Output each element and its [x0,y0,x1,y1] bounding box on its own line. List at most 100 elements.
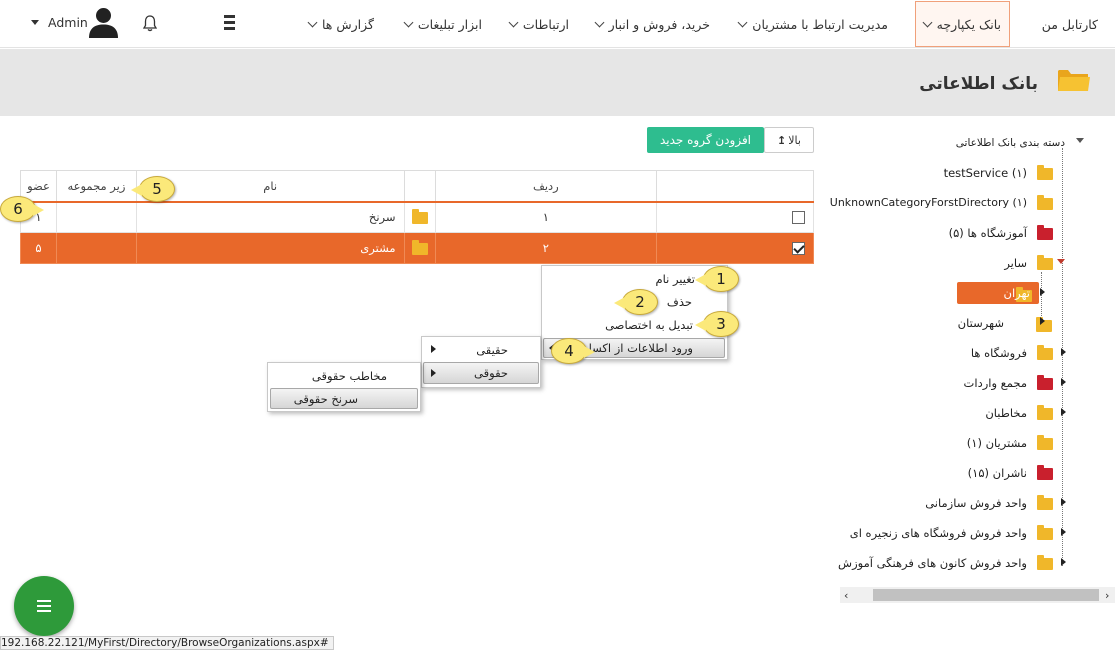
folder-icon [411,239,428,255]
scroll-left-icon[interactable]: ‹ [844,589,848,602]
avatar-icon[interactable] [88,7,119,39]
menu-item-natural[interactable]: حقیقی [476,343,508,357]
row-checkbox[interactable] [792,211,805,225]
tree-item-schools[interactable]: آموزشگاه ها (۵) [949,226,1027,240]
cell-row: ۱ [434,201,658,233]
tree-item-provinces[interactable]: شهرستان [958,316,1004,330]
nav-label: کارتابل من [1041,16,1098,32]
nav-crm[interactable]: مدیریت ارتباط با مشتریان [737,0,888,48]
cell-check [656,201,814,233]
expand-arrow-icon[interactable] [1061,348,1066,356]
table-row[interactable]: ۵ مشتری ۲ [20,232,814,264]
expand-arrow-icon[interactable] [1040,317,1045,325]
expand-arrow-icon[interactable] [1061,498,1066,506]
chevron-down-icon [737,17,748,28]
cell-name: سرنخ [135,201,405,233]
top-navbar: کارتابل من بانک یکپارچه مدیریت ارتباط با… [0,0,1115,48]
nav-label: بانک یکپارچه [936,16,1001,32]
folder-icon [1037,525,1053,540]
expand-arrow-icon[interactable] [1061,408,1066,416]
table-row[interactable]: ۱ سرنخ ۱ [20,201,814,233]
folder-icon [1037,195,1053,210]
caret-down-icon[interactable] [31,20,39,25]
folder-red-icon [1037,225,1053,240]
tree-item-tehran[interactable]: تهران [1004,286,1031,300]
tree-item-testservice[interactable]: testService (۱) [944,166,1027,180]
user-name[interactable]: Admin [48,15,88,30]
chevron-down-icon [594,17,605,28]
folder-icon [411,208,428,224]
menu-item-legal-contact[interactable]: مخاطب حقوقی [312,369,387,383]
scrollbar-thumb[interactable] [873,589,1099,601]
tree-item-publishers[interactable]: ناشران (۱۵) [968,466,1027,480]
nav-integrated-bank[interactable]: بانک یکپارچه [914,1,1010,47]
bell-icon[interactable] [143,15,157,32]
col-check [656,170,814,203]
expand-icon[interactable] [1076,138,1084,143]
up-button[interactable]: ↥ بالا [764,127,814,153]
cell-folder [403,201,436,233]
expand-icon[interactable] [1057,259,1065,264]
tree-root[interactable]: دسته بندی بانک اطلاعاتی [956,137,1065,149]
chevron-down-icon [508,17,519,28]
nav-label: خرید، فروش و انبار [608,16,710,32]
add-group-label: افزودن گروه جدید [659,133,752,147]
expand-arrow-icon[interactable] [1061,558,1066,566]
tree-item-org-sales[interactable]: واحد فروش سازمانی [925,496,1027,510]
expand-arrow-icon[interactable] [1061,528,1066,536]
nav-sales[interactable]: خرید، فروش و انبار [594,0,710,48]
folder-icon [1037,555,1053,570]
tree-item-customers[interactable]: مشتریان (۱) [967,436,1027,450]
nav-label: گزارش ها [322,16,374,32]
folder-icon [1037,255,1053,270]
collapse-arrow-icon[interactable] [1040,288,1045,296]
row-name[interactable]: مشتری [360,241,395,255]
tree-item-contacts[interactable]: مخاطبان [985,406,1027,420]
folder-large-icon [1058,70,1090,91]
row-checkbox-checked[interactable] [792,242,805,255]
col-name[interactable]: نام [135,170,405,203]
callout-2: 2 [614,289,658,315]
add-group-button[interactable]: افزودن گروه جدید [647,127,764,153]
menu-item-legal-label: حقوقی [474,366,508,380]
nav-ad-tools[interactable]: ابزار تبلیغات [403,0,482,48]
cell-member: ۵ [20,232,57,264]
folder-icon [1037,165,1053,180]
tree-item-other[interactable]: سایر [1004,256,1027,270]
tree-item-culture-sales[interactable]: واحد فروش کانون های فرهنگی آموزش [838,556,1027,570]
nav-reports[interactable]: گزارش ها [307,0,374,48]
submenu-arrow-icon [431,345,436,353]
floating-menu-button[interactable] [14,576,74,636]
menu-item-import-excel-label: ورود اطلاعات از اکسل [583,341,693,355]
tree-item-chain-sales[interactable]: واحد فروش فروشگاه های زنجیره ای [850,526,1027,540]
tree-line [1041,272,1042,320]
row-name[interactable]: سرنخ [369,210,396,224]
nav-my-cartable[interactable]: کارتابل من [1042,0,1098,48]
nav-communications[interactable]: ارتباطات [508,0,569,48]
scroll-right-icon[interactable]: › [1105,589,1109,602]
cell-sub [55,201,137,233]
nav-label: ابزار تبلیغات [417,16,482,32]
folder-icon [1037,495,1053,510]
tree-item-unknown[interactable]: UnknownCategoryForstDirectory (۱) [830,196,1027,209]
page-title: بانک اطلاعاتی [919,74,1038,94]
callout-6: 6 [0,196,44,222]
expand-arrow-icon[interactable] [1061,378,1066,386]
col-sub[interactable]: زیر مجموعه [55,170,137,203]
col-row[interactable]: ردیف [434,170,658,203]
menu-icon [37,600,51,612]
folder-icon [1037,435,1053,450]
cell-row: ۲ [434,232,658,264]
menu-icon[interactable] [224,15,235,31]
status-bar-url: 192.168.22.121/MyFirst/Directory/BrowseO… [0,636,334,650]
tree-item-imports[interactable]: مجمع واردات [964,376,1027,390]
callout-number: 5 [152,180,162,198]
menu-item-rename[interactable]: تغییر نام [655,272,695,286]
menu-item-make-private[interactable]: تبدیل به اختصاصی [605,318,693,332]
cell-check [656,232,814,264]
menu-item-delete[interactable]: حذف [667,295,692,309]
cell-folder [403,232,436,264]
tree-item-stores[interactable]: فروشگاه ها [971,346,1027,360]
nav-label: مدیریت ارتباط با مشتریان [752,16,888,32]
folder-red-icon [1037,375,1053,390]
